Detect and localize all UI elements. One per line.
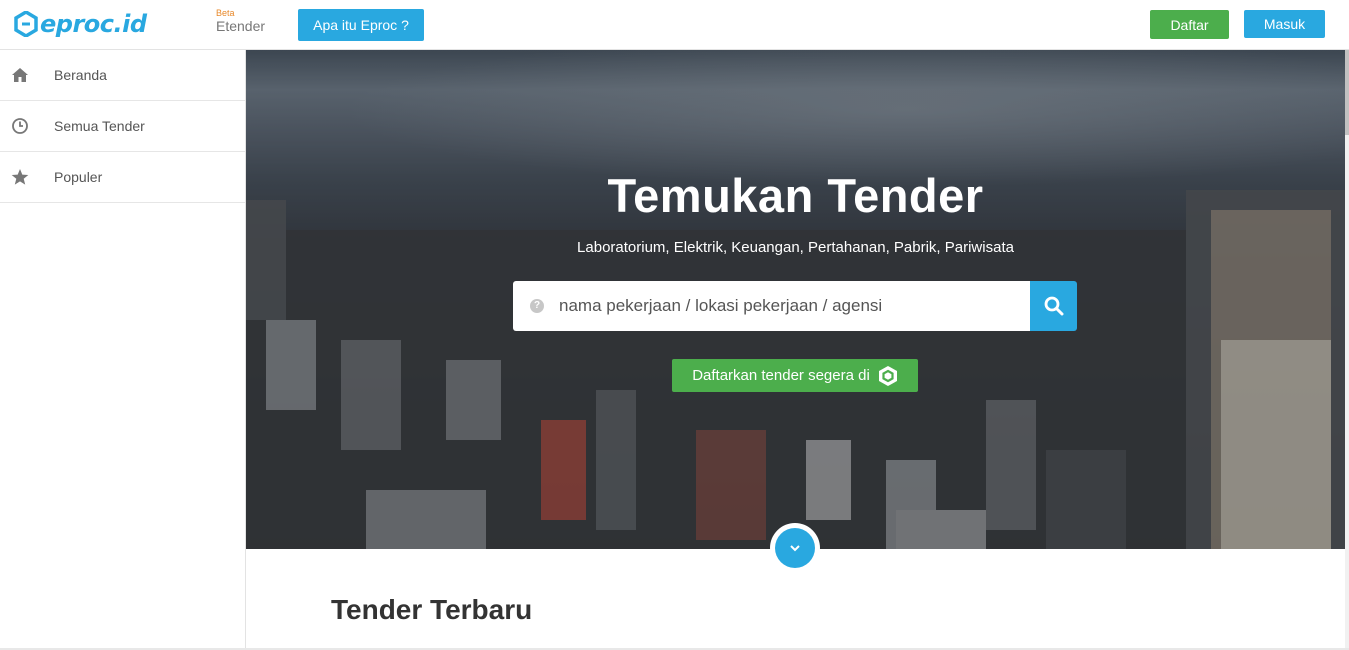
sidebar-item-semua-tender[interactable]: Semua Tender — [0, 101, 245, 152]
hero-subtitle: Laboratorium, Elektrik, Keuangan, Pertah… — [577, 239, 1014, 256]
scroll-down-button[interactable] — [770, 523, 820, 573]
latest-tenders-heading: Tender Terbaru — [331, 594, 533, 625]
eproc-logo-icon — [14, 11, 38, 37]
search-button[interactable] — [1030, 281, 1077, 331]
sidebar-item-beranda[interactable]: Beranda — [0, 50, 245, 101]
login-button[interactable]: Masuk — [1244, 10, 1325, 38]
sidebar-item-label: Semua Tender — [54, 118, 145, 134]
logo-text: eproc.id — [40, 10, 147, 38]
home-icon — [12, 68, 28, 82]
sidebar-item-label: Populer — [54, 169, 103, 185]
search-bar: ? — [513, 281, 1077, 331]
search-input[interactable] — [513, 281, 1030, 331]
sidebar-item-label: Beranda — [54, 67, 107, 83]
what-is-eproc-button[interactable]: Apa itu Eproc ? — [298, 9, 424, 41]
register-tender-label: Daftarkan tender segera di — [692, 367, 870, 384]
product-label: Beta Etender — [216, 8, 266, 34]
sidebar-item-populer[interactable]: Populer — [0, 152, 245, 203]
eproc-logo[interactable]: eproc.id — [14, 10, 147, 38]
chevron-down-icon — [790, 545, 800, 552]
search-icon — [1044, 296, 1063, 316]
question-icon: ? — [530, 299, 544, 313]
scroll-down-inner — [775, 528, 815, 568]
beta-badge: Beta — [216, 8, 235, 18]
hero-banner: Temukan Tender Laboratorium, Elektrik, K… — [246, 50, 1345, 549]
star-icon — [11, 169, 29, 185]
eproc-badge-icon — [878, 365, 897, 386]
top-navbar: eproc.id Beta Etender Apa itu Eproc ? Da… — [0, 0, 1349, 50]
hero-title: Temukan Tender — [607, 169, 984, 222]
page-scrollbar[interactable] — [1345, 0, 1349, 650]
product-name: Etender — [216, 18, 266, 34]
register-tender-button[interactable]: Daftarkan tender segera di — [672, 359, 918, 392]
clock-icon — [12, 118, 28, 134]
register-button[interactable]: Daftar — [1150, 10, 1229, 39]
sidebar: Beranda Semua Tender Populer — [0, 50, 246, 650]
